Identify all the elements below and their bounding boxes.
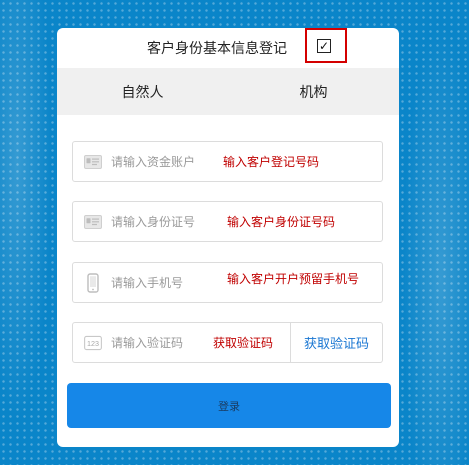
checkmark-icon: ✓ bbox=[318, 39, 330, 53]
mobile-input[interactable] bbox=[111, 273, 231, 293]
registration-checkbox[interactable]: ✓ bbox=[317, 39, 331, 53]
id-number-field: 输入客户身份证号码 bbox=[72, 201, 383, 242]
fund-account-hint: 输入客户登记号码 bbox=[223, 155, 320, 169]
get-code-button[interactable]: 获取验证码 bbox=[290, 323, 382, 362]
card-header: 客户身份基本信息登记 ✓ bbox=[57, 28, 399, 68]
login-button[interactable]: 登录 bbox=[67, 383, 391, 428]
mobile-field: 输入客户开户预留手机号 bbox=[72, 262, 383, 303]
id-number-input[interactable] bbox=[111, 212, 231, 232]
fund-account-field: 输入客户登记号码 bbox=[72, 141, 383, 182]
verification-code-icon: 123 bbox=[84, 334, 102, 352]
tab-natural-person[interactable]: 自然人 bbox=[57, 68, 228, 115]
login-card: 客户身份基本信息登记 ✓ 自然人 机构 输入客户登记号码 bbox=[57, 28, 399, 447]
id-card-icon bbox=[84, 153, 102, 171]
code-icon-text: 123 bbox=[87, 339, 99, 348]
page-title: 客户身份基本信息登记 bbox=[147, 41, 287, 57]
background-left-glow bbox=[0, 0, 58, 465]
id-number-hint: 输入客户身份证号码 bbox=[227, 215, 336, 229]
mobile-phone-icon bbox=[84, 273, 102, 293]
verification-code-hint: 获取验证码 bbox=[213, 336, 274, 350]
account-type-tabs: 自然人 机构 bbox=[57, 68, 399, 115]
mobile-hint: 输入客户开户预留手机号 bbox=[227, 272, 360, 286]
background-right-glow bbox=[399, 0, 469, 465]
fund-account-input[interactable] bbox=[111, 152, 231, 172]
id-card-icon bbox=[84, 213, 102, 231]
verification-code-field: 123 获取验证码 获取验证码 bbox=[72, 322, 383, 363]
tab-institution[interactable]: 机构 bbox=[228, 68, 399, 115]
